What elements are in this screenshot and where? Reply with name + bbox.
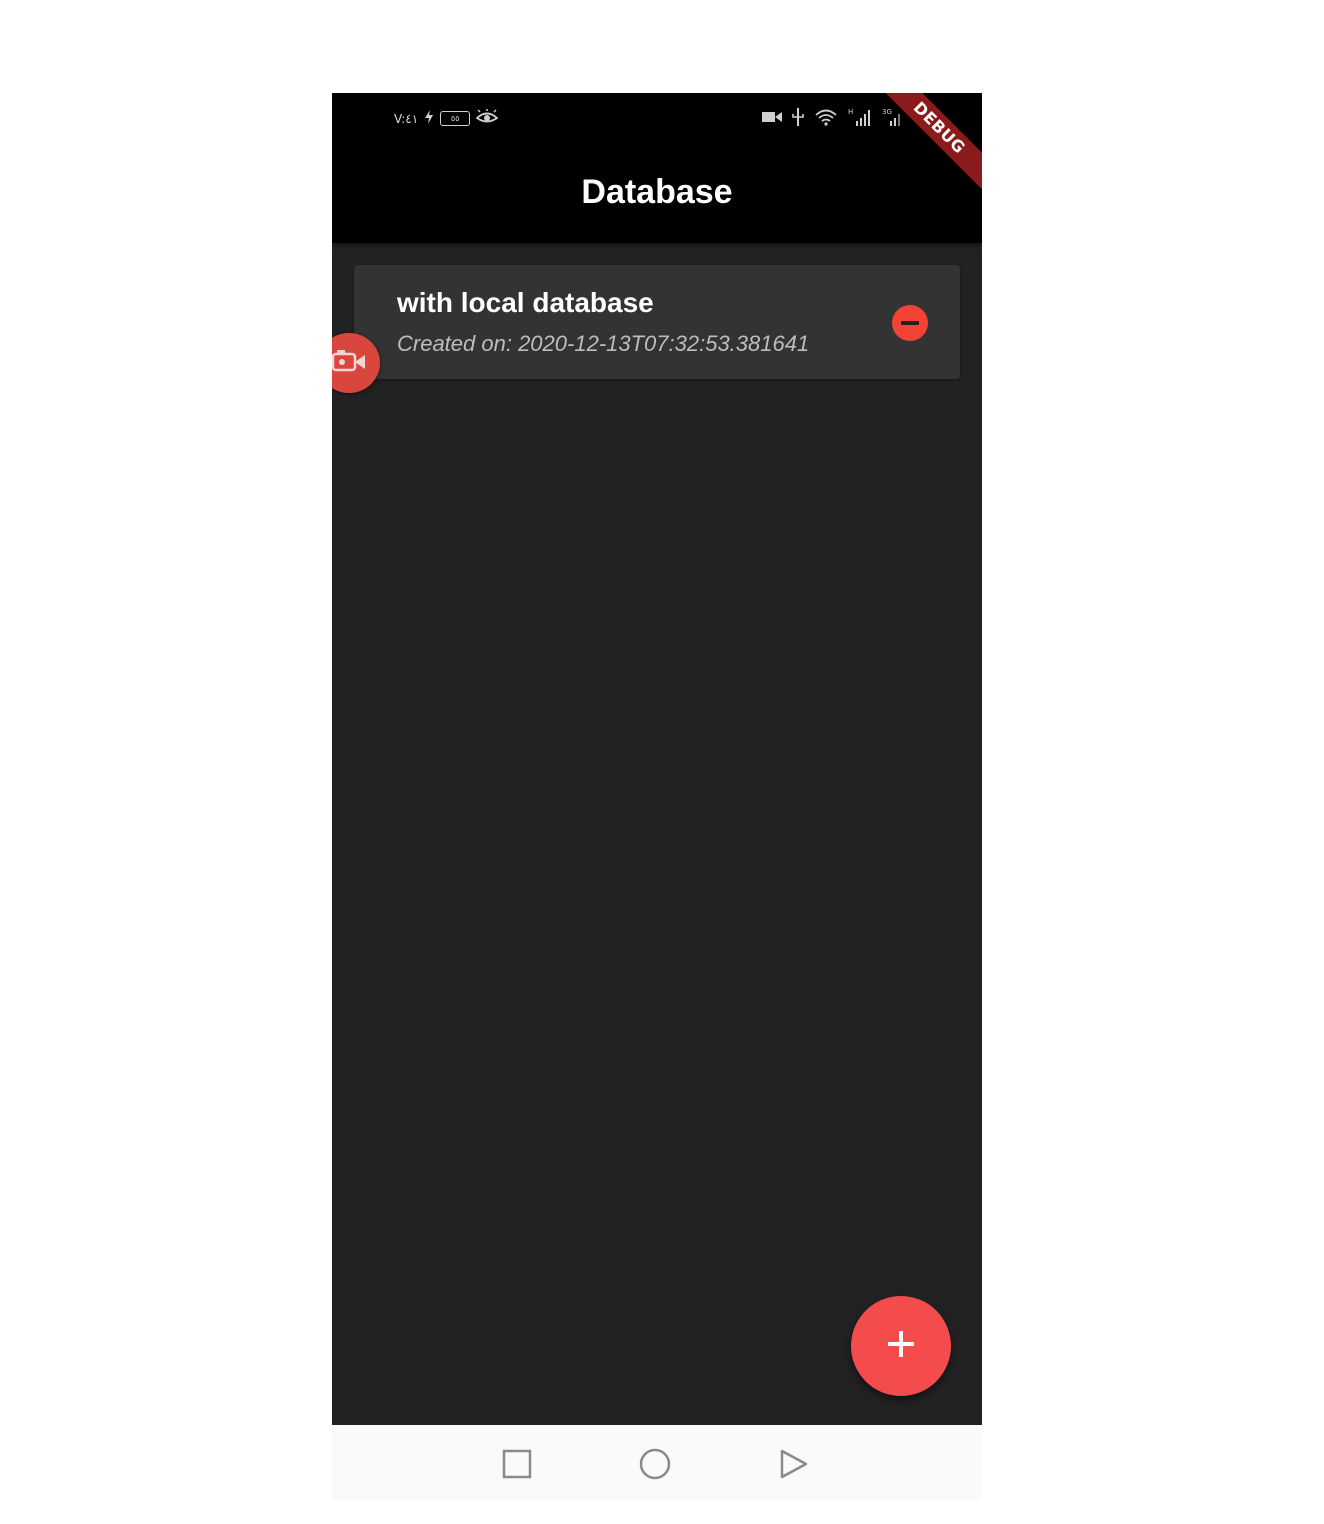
signal-h-icon: H [848,107,872,130]
usb-icon [792,108,804,129]
app-bar: Database [332,143,982,243]
status-right-group: H 3G [762,107,904,130]
battery-icon: ٥٥ [440,111,471,126]
svg-text:3G: 3G [882,108,892,116]
signal-3g-icon: 3G [882,107,904,130]
status-left-group: V:٤١ ٥٥ [394,109,499,128]
home-circle-icon[interactable] [638,1447,672,1481]
remove-circle-icon[interactable] [892,305,928,341]
system-nav-bar [332,1425,982,1500]
screen-recorder-icon [332,346,369,381]
video-icon [762,111,782,126]
phone-screen: V:٤١ ٥٥ H 3G Database DEBUG with local d… [332,93,982,1500]
wifi-icon [814,108,838,129]
add-icon [886,1329,916,1364]
recents-square-icon[interactable] [500,1447,534,1481]
list-item[interactable]: with local database Created on: 2020-12-… [354,265,960,379]
add-button[interactable] [851,1296,951,1396]
eye-icon [475,109,499,128]
list-item-title: with local database [397,287,654,318]
back-triangle-icon[interactable] [776,1447,810,1481]
status-time: V:٤١ [394,111,419,126]
page-title: Database [581,173,733,211]
bolt-icon [424,110,434,127]
svg-text:H: H [848,108,853,116]
status-bar: V:٤١ ٥٥ H 3G [332,93,982,143]
list-item-subtitle: Created on: 2020-12-13T07:32:53.381641 [397,331,810,356]
